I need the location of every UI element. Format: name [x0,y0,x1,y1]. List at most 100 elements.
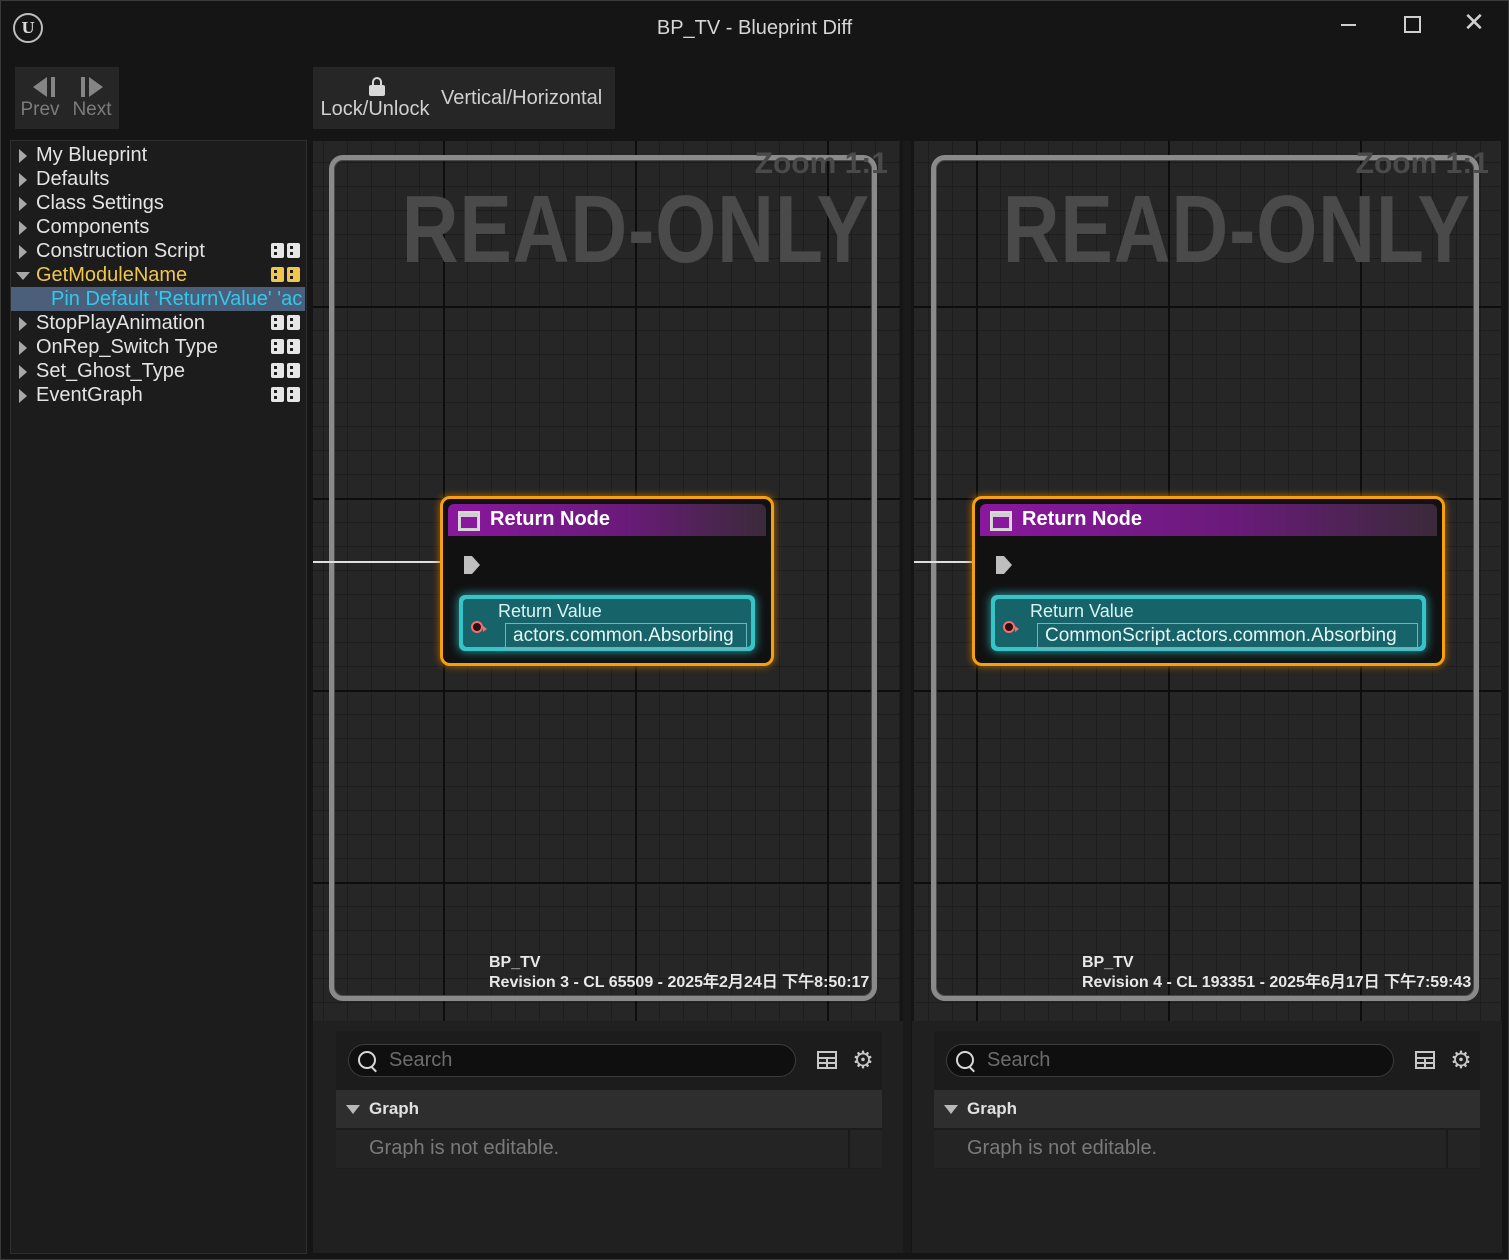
expand-arrow-icon[interactable] [19,197,27,211]
string-pin-icon[interactable] [1003,621,1019,633]
tree-item-label: EventGraph [36,384,143,406]
read-only-watermark: READ-ONLY [401,176,870,283]
gear-icon[interactable]: ⚙ [1450,1048,1472,1072]
tree-item-getmodulename[interactable]: GetModuleName [11,263,305,287]
search-placeholder: Search [389,1049,453,1071]
tree-item-components[interactable]: Components [11,215,305,239]
maximize-button[interactable] [1391,9,1431,39]
tree-item-onrep-switch-type[interactable]: OnRep_Switch Type [11,335,305,359]
expand-arrow-icon[interactable] [19,341,27,355]
tree-item-label: OnRep_Switch Type [36,336,218,358]
pin-default-value[interactable]: actors.common.Absorbing [505,623,747,649]
return-node[interactable]: Return Node Return Value CommonScript.ac… [972,496,1445,666]
return-value-pin-highlight: Return Value actors.common.Absorbing [459,595,755,651]
read-only-watermark: READ-ONLY [1002,176,1471,283]
tree-item-pin-default-returnvalue[interactable]: Pin Default 'ReturnValue' 'ac [11,287,305,311]
tree-item-label: Pin Default 'ReturnValue' 'ac [51,288,303,310]
graph-icon [271,387,301,402]
node-header: Return Node [448,504,766,536]
details-message-row: Graph is not editable. [934,1130,1480,1168]
lock-unlock-label: Lock/Unlock [320,98,430,120]
expand-arrow-icon[interactable] [19,149,27,163]
graph-icon [271,315,301,330]
category-graph[interactable]: Graph [934,1090,1480,1128]
tree-item-set-ghost-type[interactable]: Set_Ghost_Type [11,359,305,383]
expand-arrow-icon[interactable] [19,245,27,259]
graph-panel-new-revision[interactable]: Zoom 1:1 READ-ONLY Return Node Return Va… [914,141,1501,1021]
tree-item-class-settings[interactable]: Class Settings [11,191,305,215]
node-title: Return Node [490,508,610,530]
table-view-icon[interactable] [1415,1051,1435,1069]
revision-label: Revision 4 - CL 193351 - 2025年6月17日 下午7:… [1082,974,1472,991]
next-icon [67,67,117,103]
details-panel-old: Search ⚙ Graph Graph is not editable. [336,1031,882,1169]
search-icon [956,1051,974,1069]
gear-icon[interactable]: ⚙ [852,1048,874,1072]
node-header: Return Node [980,504,1437,536]
revision-info: BP_TV Revision 3 - CL 65509 - 2025年2月24日… [489,953,869,993]
tree-item-defaults[interactable]: Defaults [11,167,305,191]
diff-tree-panel: My Blueprint Defaults Class Settings Com… [10,140,307,1254]
search-placeholder: Search [987,1049,1051,1071]
pin-label: Return Value [1030,601,1134,621]
revision-label: Revision 3 - CL 65509 - 2025年2月24日 下午8:5… [489,974,870,991]
vertical-horizontal-button[interactable]: Vertical/Horizontal [441,87,602,110]
pin-label: Return Value [498,601,602,621]
prev-icon [15,67,65,103]
string-pin-icon[interactable] [471,621,487,633]
prev-button[interactable]: Prev [15,67,65,129]
expand-arrow-icon[interactable] [19,173,27,187]
function-icon [990,511,1012,531]
graph-panel-old-revision[interactable]: Zoom 1:1 READ-ONLY Return Node Return Va… [313,141,900,1021]
table-view-icon[interactable] [817,1051,837,1069]
tree-item-stopplayanimation[interactable]: StopPlayAnimation [11,311,305,335]
pin-default-value[interactable]: CommonScript.actors.common.Absorbing [1037,623,1418,649]
not-editable-message: Graph is not editable. [369,1137,560,1159]
view-toolbar: Lock/Unlock Vertical/Horizontal [313,67,615,129]
revision-info: BP_TV Revision 4 - CL 193351 - 2025年6月17… [1082,953,1471,993]
diff-navigation-toolbar: Prev Next [15,67,119,129]
node-title: Return Node [1022,508,1142,530]
expand-arrow-icon[interactable] [19,389,27,403]
category-label: Graph [369,1099,420,1118]
minimize-button[interactable] [1327,9,1367,39]
collapse-arrow-icon[interactable] [944,1105,958,1114]
tree-item-construction-script[interactable]: Construction Script [11,239,305,263]
tree-item-my-blueprint[interactable]: My Blueprint [11,143,305,167]
expand-arrow-icon[interactable] [19,317,27,331]
lock-icon [369,77,385,97]
asset-name: BP_TV [489,954,541,971]
exec-pin-icon[interactable] [464,556,480,574]
asset-name: BP_TV [1082,954,1134,971]
exec-wire [313,561,448,563]
tree-item-label: Components [36,216,150,238]
next-label: Next [72,99,112,120]
search-icon [358,1051,376,1069]
expand-arrow-icon[interactable] [19,221,27,235]
expand-arrow-icon[interactable] [19,365,27,379]
search-input[interactable]: Search [946,1044,1394,1077]
collapse-arrow-icon[interactable] [16,272,30,280]
return-value-pin-highlight: Return Value CommonScript.actors.common.… [991,595,1426,651]
tree-item-eventgraph[interactable]: EventGraph [11,383,305,407]
prev-label: Prev [20,99,60,120]
lock-unlock-button[interactable]: Lock/Unlock [317,67,433,129]
category-label: Graph [967,1099,1018,1118]
graph-icon [271,267,301,282]
graph-icon [271,243,301,258]
blueprint-diff-window: U BP_TV - Blueprint Diff ✕ Prev Next Loc… [0,0,1509,1260]
graph-icon [271,363,301,378]
details-panel-new: Search ⚙ Graph Graph is not editable. [934,1031,1480,1169]
next-button[interactable]: Next [67,67,117,129]
tree-item-label: StopPlayAnimation [36,312,205,334]
category-graph[interactable]: Graph [336,1090,882,1128]
search-input[interactable]: Search [348,1044,796,1077]
panel-splitter[interactable] [903,141,911,1253]
tree-item-label: My Blueprint [36,144,148,166]
window-title: BP_TV - Blueprint Diff [656,17,853,39]
close-button[interactable]: ✕ [1454,9,1494,39]
exec-pin-icon[interactable] [996,556,1012,574]
tree-item-label: GetModuleName [36,264,188,286]
return-node[interactable]: Return Node Return Value actors.common.A… [440,496,774,666]
collapse-arrow-icon[interactable] [346,1105,360,1114]
